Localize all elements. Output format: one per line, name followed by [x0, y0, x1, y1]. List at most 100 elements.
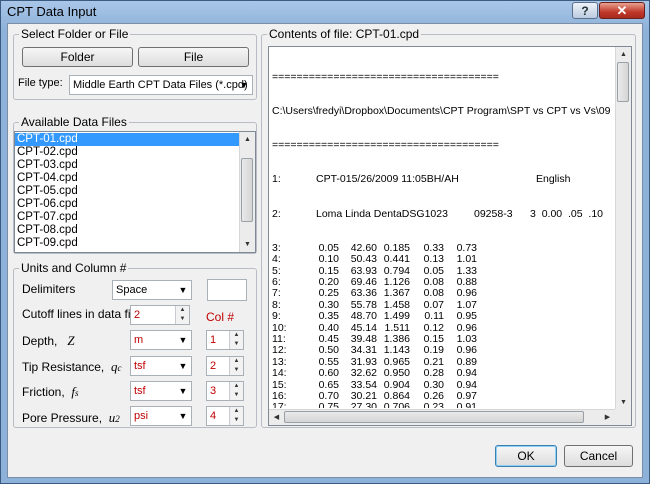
up-arrow-icon[interactable]: ▲ — [230, 331, 243, 340]
contents-horizontal-scrollbar[interactable]: ◀ ▶ — [269, 409, 615, 425]
scroll-thumb[interactable] — [241, 158, 253, 222]
file-list-item[interactable]: CPT-05.cpd — [15, 185, 239, 198]
chevron-down-icon: ▼ — [239, 80, 249, 90]
data-cell: 0.950 — [383, 367, 410, 380]
file-type-dropdown[interactable]: Middle Earth CPT Data Files (*.cpd) ▼ — [69, 75, 253, 95]
pore-column-stepper[interactable]: 4 ▲ ▼ — [206, 406, 244, 426]
scroll-up-icon[interactable]: ▲ — [240, 132, 255, 147]
up-arrow-icon[interactable]: ▲ — [230, 357, 243, 366]
file-contents-text: ===================================== C:… — [272, 49, 614, 408]
header-line-1: ===================================== — [272, 70, 499, 83]
line-text: Loma Linda DentaDSG1023 — [316, 207, 448, 220]
blank-field[interactable] — [207, 279, 247, 301]
dialog-client-area: Select Folder or File Folder File File t… — [7, 23, 643, 478]
file-contents-textbox[interactable]: ===================================== C:… — [268, 46, 632, 426]
down-arrow-icon[interactable]: ▼ — [230, 391, 243, 400]
friction-unit-value: tsf — [134, 385, 146, 397]
content-data-row: 14: 0.60 32.62 0.950 0.28 0.94 — [272, 367, 614, 380]
select-folder-file-group: Select Folder or File Folder File File t… — [13, 27, 257, 100]
tip-unit-value: tsf — [134, 360, 146, 372]
delimiters-label: Delimiters — [22, 282, 76, 296]
units-group-label: Units and Column # — [19, 261, 129, 275]
stepper-arrows[interactable]: ▲ ▼ — [229, 382, 243, 400]
friction-label-text: Friction, — [22, 385, 65, 399]
content-data-row: 17: 0.75 27.30 0.706 0.23 0.91 — [272, 401, 614, 408]
file-list-item[interactable]: CPT-03.cpd — [15, 159, 239, 172]
up-arrow-icon[interactable]: ▲ — [230, 407, 243, 416]
stepper-arrows[interactable]: ▲ ▼ — [229, 331, 243, 349]
data-cell: 32.62 — [350, 367, 377, 380]
data-cell: 0.28 — [423, 367, 444, 380]
pore-subscript: 2 — [115, 414, 120, 424]
friction-unit-dropdown[interactable]: tsf ▼ — [130, 381, 192, 401]
file-list-item[interactable]: CPT-09.cpd — [15, 237, 239, 250]
down-arrow-icon[interactable]: ▼ — [230, 340, 243, 349]
window-title: CPT Data Input — [7, 4, 97, 19]
ok-button[interactable]: OK — [495, 445, 557, 467]
down-arrow-icon[interactable]: ▼ — [176, 315, 189, 324]
file-list-item[interactable]: CPT-04.cpd — [15, 172, 239, 185]
file-list-items: CPT-01.cpd CPT-02.cpd CPT-03.cpd CPT-04.cpd… — [15, 133, 239, 250]
file-type-label: File type: — [18, 77, 63, 89]
data-cell: 1.01 — [456, 253, 477, 266]
contents-vertical-scrollbar[interactable]: ▲ ▼ — [615, 47, 631, 410]
scroll-thumb[interactable] — [617, 62, 629, 102]
scroll-down-icon[interactable]: ▼ — [240, 237, 255, 252]
select-group-label: Select Folder or File — [19, 27, 131, 41]
tip-unit-dropdown[interactable]: tsf ▼ — [130, 356, 192, 376]
delimiters-value: Space — [116, 284, 148, 296]
line-number: 4: — [272, 253, 281, 266]
scroll-down-icon[interactable]: ▼ — [616, 395, 631, 410]
file-list-item[interactable]: CPT-01.cpd — [15, 133, 239, 146]
help-button[interactable]: ? — [572, 2, 598, 19]
chevron-down-icon: ▼ — [178, 411, 188, 421]
up-arrow-icon[interactable]: ▲ — [176, 306, 189, 315]
stepper-arrows[interactable]: ▲ ▼ — [229, 407, 243, 425]
depth-column-value: 1 — [210, 334, 217, 346]
content-line-1: 1: CPT-015/26/2009 11:05BH/AH English — [272, 173, 614, 186]
data-files-list[interactable]: CPT-01.cpd CPT-02.cpd CPT-03.cpd CPT-04.cpd… — [14, 131, 256, 253]
line-number: 14: — [272, 367, 287, 380]
data-cell: 0.706 — [383, 401, 410, 408]
line-number: 9: — [272, 310, 281, 323]
file-list-item[interactable]: CPT-07.cpd — [15, 211, 239, 224]
friction-column-stepper[interactable]: 3 ▲ ▼ — [206, 381, 244, 401]
line-number: 17: — [272, 401, 287, 408]
tip-column-stepper[interactable]: 2 ▲ ▼ — [206, 356, 244, 376]
contents-label: Contents of file: CPT-01.cpd — [267, 27, 422, 41]
cancel-button[interactable]: Cancel — [564, 445, 633, 467]
stepper-arrows[interactable]: ▲ ▼ — [175, 306, 189, 324]
scroll-up-icon[interactable]: ▲ — [616, 47, 631, 62]
line-number: 1: — [272, 173, 281, 186]
col-number-header: Col # — [206, 310, 235, 324]
depth-label-text: Depth, — [22, 334, 58, 348]
files-vertical-scrollbar[interactable]: ▲ ▼ — [239, 132, 255, 252]
stepper-arrows[interactable]: ▲ ▼ — [229, 357, 243, 375]
data-cell: 0.94 — [456, 367, 477, 380]
folder-button[interactable]: Folder — [22, 47, 133, 67]
tip-resistance-label: Tip Resistance, qc — [22, 359, 121, 375]
pore-pressure-label: Pore Pressure, u2 — [22, 410, 120, 426]
depth-column-stepper[interactable]: 1 ▲ ▼ — [206, 330, 244, 350]
cutoff-lines-stepper[interactable]: 2 ▲ ▼ — [130, 305, 190, 325]
pore-unit-dropdown[interactable]: psi ▼ — [130, 406, 192, 426]
delimiters-dropdown[interactable]: Space ▼ — [112, 280, 192, 300]
down-arrow-icon[interactable]: ▼ — [230, 366, 243, 375]
depth-label: Depth, Z — [22, 333, 75, 349]
close-button[interactable]: ✕ — [599, 2, 645, 19]
scroll-left-icon[interactable]: ◀ — [269, 410, 284, 425]
data-cell: 50.43 — [350, 253, 377, 266]
down-arrow-icon[interactable]: ▼ — [230, 416, 243, 425]
file-list-item[interactable]: CPT-08.cpd — [15, 224, 239, 237]
scroll-thumb[interactable] — [284, 411, 584, 423]
dialog-window: CPT Data Input ? ✕ Select Folder or File… — [0, 0, 650, 484]
depth-unit-dropdown[interactable]: m ▼ — [130, 330, 192, 350]
title-bar[interactable]: CPT Data Input ? ✕ — [1, 1, 649, 23]
file-list-item[interactable]: CPT-02.cpd — [15, 146, 239, 159]
up-arrow-icon[interactable]: ▲ — [230, 382, 243, 391]
scroll-right-icon[interactable]: ▶ — [600, 410, 615, 425]
file-button[interactable]: File — [138, 47, 249, 67]
pore-unit-value: psi — [134, 410, 149, 422]
file-list-item[interactable]: CPT-06.cpd — [15, 198, 239, 211]
line-text: CPT-015/26/2009 11:05BH/AH — [316, 173, 459, 186]
